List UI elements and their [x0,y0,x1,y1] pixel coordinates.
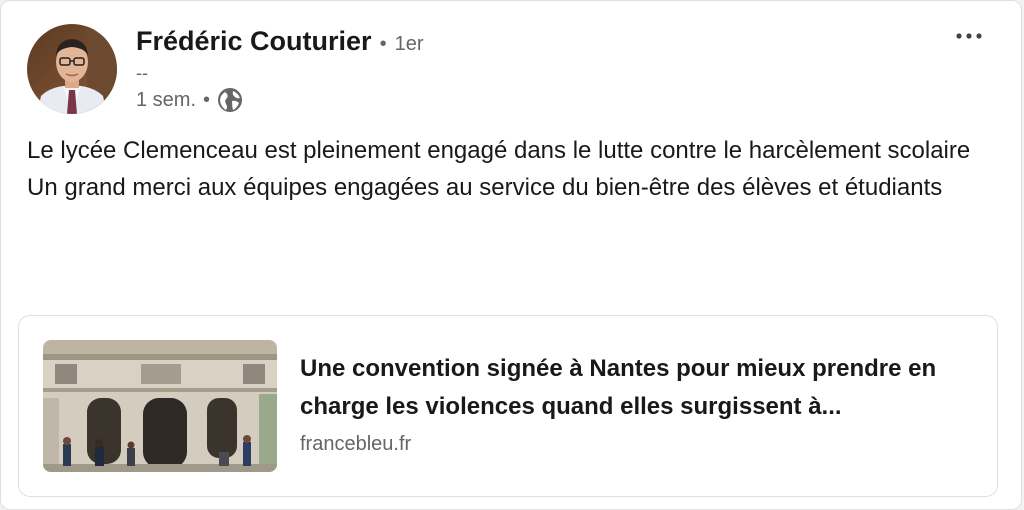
feed-post-card: Frédéric Couturier • 1er -- 1 sem. • Le … [0,0,1022,510]
post-body: Le lycée Clemenceau est pleinement engag… [27,132,987,206]
meta-separator: • [203,88,211,111]
post-text-line: Le lycée Clemenceau est pleinement engag… [27,137,971,164]
link-preview-title[interactable]: Une convention signée à Nantes pour mieu… [300,350,970,426]
ellipsis-icon [956,33,982,39]
author-name[interactable]: Frédéric Couturier [136,26,372,57]
link-preview-thumbnail[interactable] [43,340,277,472]
more-options-button[interactable] [951,21,991,51]
author-headline: -- [136,63,148,83]
link-preview-card[interactable]: Une convention signée à Nantes pour mieu… [18,315,998,497]
globe-icon [217,87,243,113]
name-separator: • [379,33,387,55]
post-meta: 1 sem. • [136,87,243,113]
link-preview-domain: francebleu.fr [300,433,412,455]
connection-degree: 1er [394,33,424,55]
author-avatar[interactable] [27,24,117,114]
author-name-row: Frédéric Couturier • 1er [136,26,423,57]
post-timestamp: 1 sem. [136,88,197,111]
post-text-line: Un grand merci aux équipes engagées au s… [27,174,943,201]
